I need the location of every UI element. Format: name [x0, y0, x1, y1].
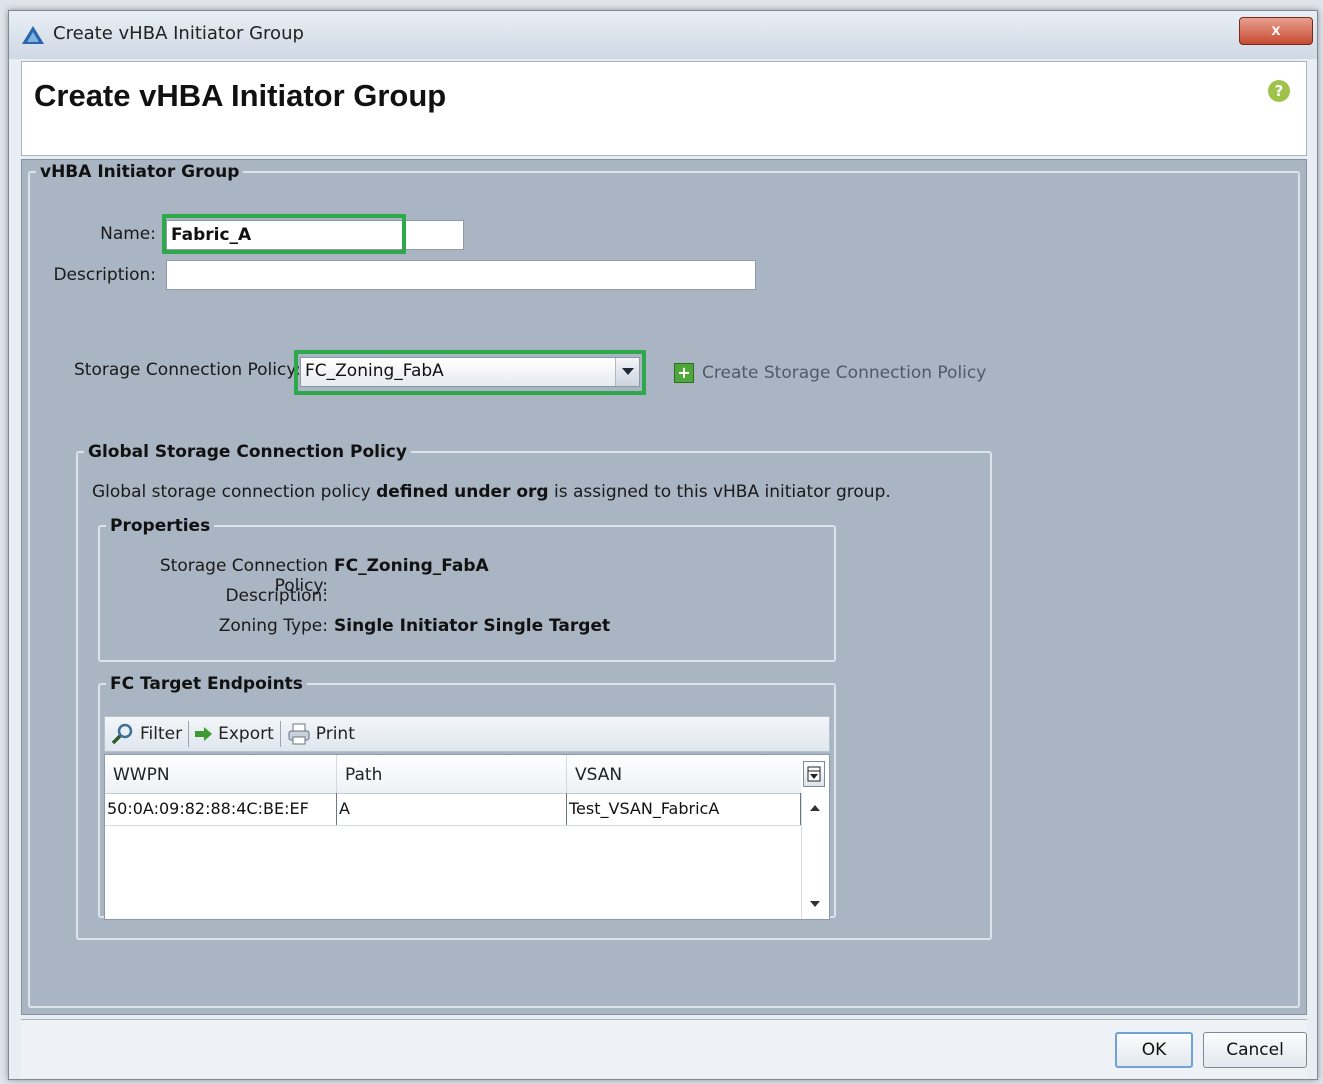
name-label: Name:: [100, 224, 156, 244]
properties-legend: Properties: [110, 516, 211, 536]
scroll-down-icon[interactable]: [810, 901, 820, 907]
create-storage-policy-link[interactable]: + Create Storage Connection Policy: [674, 363, 986, 383]
window-title: Create vHBA Initiator Group: [53, 23, 304, 44]
export-button[interactable]: Export: [189, 717, 280, 751]
description-label: Description:: [53, 265, 156, 285]
fc-target-endpoints-section: FC Target Endpoints Filter Export Print …: [98, 674, 836, 920]
cell-wwpn: 50:0A:09:82:88:4C:BE:EF: [105, 793, 337, 825]
column-header-vsan[interactable]: VSAN: [567, 755, 801, 793]
dialog-header: Create vHBA Initiator Group ?: [21, 61, 1307, 156]
app-logo-icon: [21, 25, 45, 50]
filter-icon: [111, 723, 135, 745]
prop-policy-value: FC_Zoning_FabA: [334, 556, 489, 576]
page-title: Create vHBA Initiator Group: [34, 78, 447, 113]
filter-button[interactable]: Filter: [105, 717, 188, 751]
column-header-path[interactable]: Path: [337, 755, 567, 793]
table-scrollbar[interactable]: [801, 793, 829, 919]
create-storage-policy-label: Create Storage Connection Policy: [702, 363, 987, 383]
add-icon: +: [674, 363, 694, 383]
printer-icon: [287, 723, 311, 745]
main-panel: vHBA Initiator Group Name: Description: …: [21, 159, 1307, 1015]
table-row[interactable]: 50:0A:09:82:88:4C:BE:EF A Test_VSAN_Fabr…: [105, 793, 801, 826]
storage-policy-label: Storage Connection Policy:: [74, 360, 301, 380]
scroll-up-icon[interactable]: [810, 805, 820, 811]
cell-path: A: [337, 793, 567, 825]
close-button[interactable]: x: [1239, 17, 1313, 45]
endpoints-legend: FC Target Endpoints: [110, 674, 303, 694]
endpoints-table: WWPN Path VSAN 50:0A:09:82:88:4C:BE:EF A…: [104, 754, 830, 920]
ok-button[interactable]: OK: [1115, 1032, 1193, 1068]
cell-vsan: Test_VSAN_FabricA: [567, 793, 801, 825]
export-arrow-icon: [195, 727, 213, 741]
endpoints-toolbar: Filter Export Print: [104, 716, 830, 752]
policy-highlight-box: [294, 350, 646, 395]
dialog-footer: OK Cancel: [21, 1019, 1307, 1078]
global-policy-description: Global storage connection policy defined…: [92, 482, 891, 502]
section-legend: vHBA Initiator Group: [40, 162, 240, 182]
column-chooser-button[interactable]: [803, 761, 825, 787]
description-input[interactable]: [166, 260, 756, 290]
column-header-wwpn[interactable]: WWPN: [105, 755, 337, 793]
title-bar[interactable]: Create vHBA Initiator Group x: [9, 11, 1317, 59]
help-icon[interactable]: ?: [1268, 80, 1290, 102]
dialog-window: Create vHBA Initiator Group x Create vHB…: [8, 10, 1318, 1080]
table-header: WWPN Path VSAN: [105, 755, 801, 794]
prop-description-label: Description:: [225, 586, 328, 606]
prop-zoning-label: Zoning Type:: [218, 616, 328, 636]
close-icon: x: [1271, 22, 1281, 39]
name-highlight-box: [162, 214, 406, 254]
prop-zoning-value: Single Initiator Single Target: [334, 616, 611, 636]
print-button[interactable]: Print: [281, 717, 361, 751]
global-policy-legend: Global Storage Connection Policy: [88, 442, 407, 462]
column-chooser-icon: [807, 766, 821, 782]
cancel-button[interactable]: Cancel: [1203, 1032, 1307, 1068]
